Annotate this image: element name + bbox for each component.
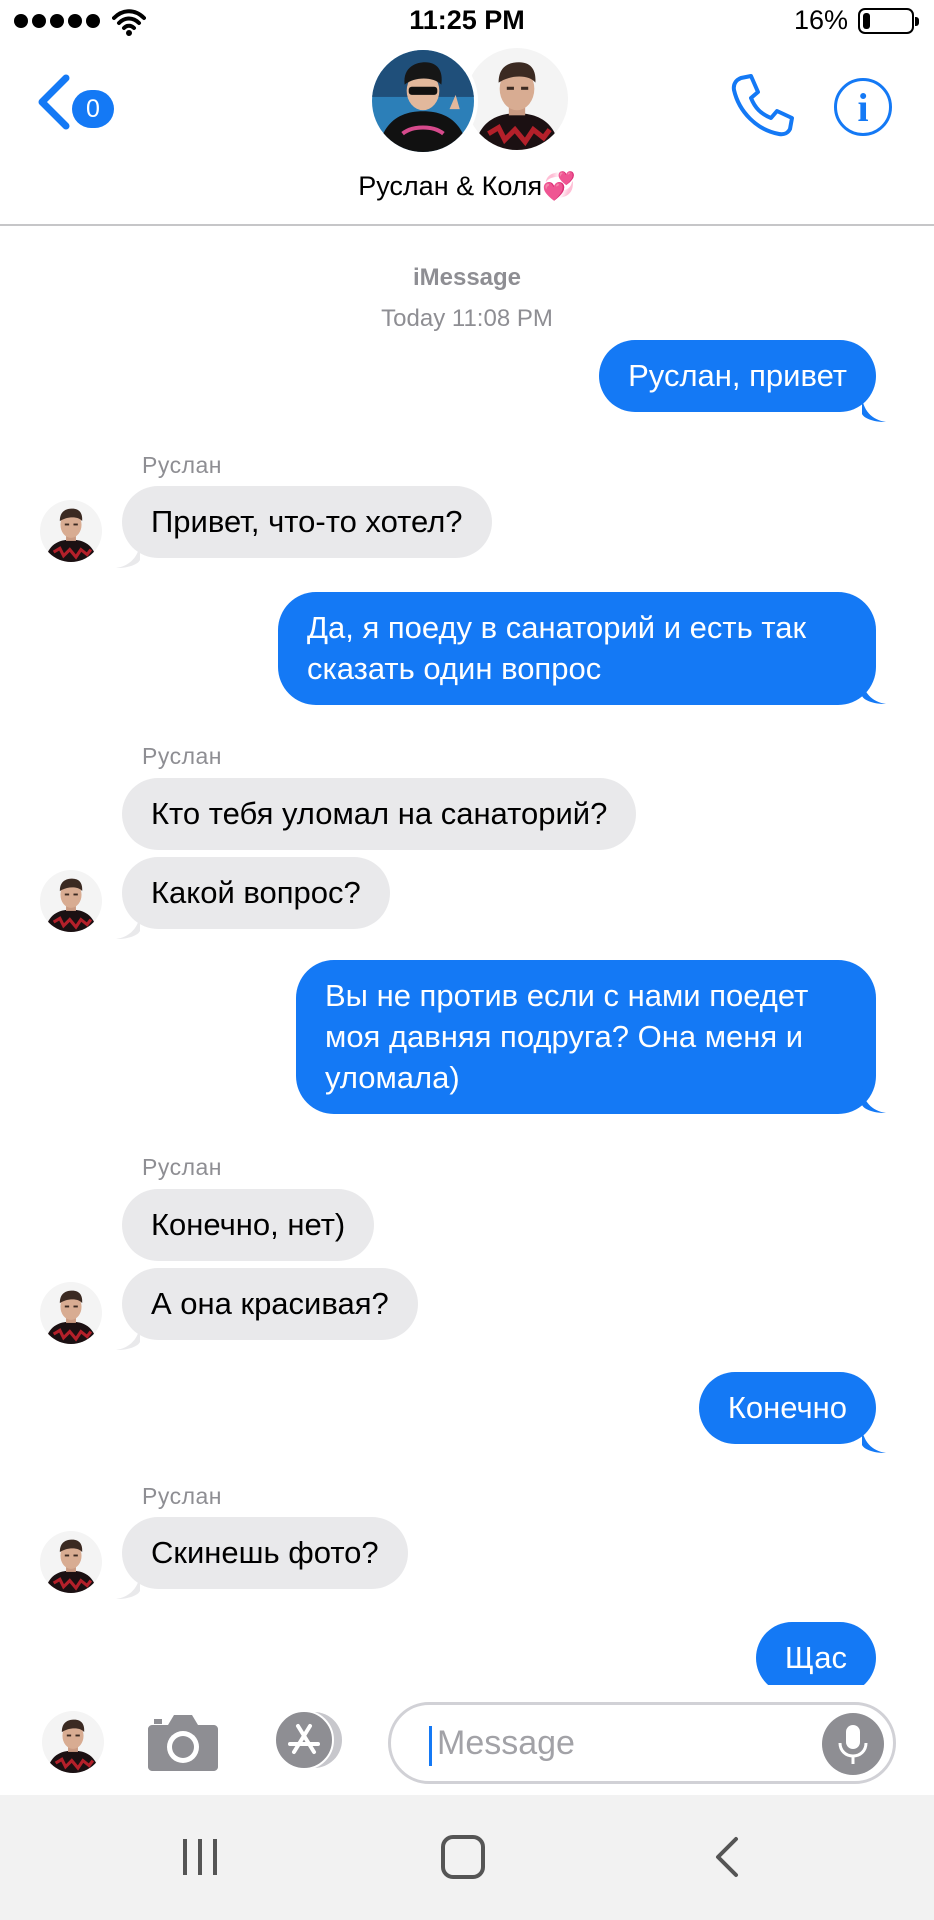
- message-incoming[interactable]: Привет, что-то хотел?: [122, 486, 492, 558]
- app-store-button[interactable]: [266, 1709, 352, 1771]
- avatar-ruslan: [462, 44, 572, 154]
- sender-name: Руслан: [142, 743, 222, 769]
- system-navigation-bar: [0, 1795, 934, 1920]
- group-avatars[interactable]: [368, 44, 572, 164]
- message-incoming[interactable]: А она красивая?: [122, 1268, 418, 1340]
- info-icon: i: [857, 84, 869, 130]
- recent-apps-icon[interactable]: [181, 1837, 221, 1877]
- message-outgoing[interactable]: Руслан, привет: [599, 340, 876, 412]
- microphone-button[interactable]: [822, 1713, 884, 1775]
- sender-name: Руслан: [142, 1483, 222, 1509]
- avatar-ruslan[interactable]: [40, 1531, 102, 1593]
- message-outgoing[interactable]: Щас: [755, 1622, 876, 1685]
- call-button[interactable]: [727, 70, 797, 140]
- avatar-ruslan[interactable]: [42, 1711, 104, 1773]
- system-back-icon[interactable]: [706, 1835, 746, 1879]
- info-button[interactable]: i: [834, 78, 892, 136]
- contact-name[interactable]: Руслан & Коля💞: [0, 170, 934, 202]
- message-incoming[interactable]: Конечно, нет): [122, 1189, 375, 1261]
- avatar-ruslan[interactable]: [40, 500, 102, 562]
- home-icon[interactable]: [441, 1835, 485, 1879]
- battery-percent: 16%: [793, 5, 848, 35]
- app-store-icon: [274, 1710, 342, 1770]
- message-outgoing[interactable]: Да, я поеду в санаторий и есть так сказа…: [278, 592, 876, 705]
- service-label: iMessage: [412, 264, 522, 291]
- status-bar: 11:25 PM 16%: [0, 0, 934, 44]
- message-incoming[interactable]: Кто тебя уломал на санаторий?: [122, 778, 637, 850]
- avatar-kolya: [368, 46, 478, 156]
- text-caret: [429, 1726, 432, 1766]
- back-button[interactable]: 0: [36, 74, 126, 134]
- bubble-tail: [862, 676, 886, 704]
- bubble-tail: [862, 394, 886, 422]
- unread-badge: 0: [72, 90, 114, 128]
- message-placeholder: Message: [437, 1724, 575, 1762]
- avatar-ruslan[interactable]: [40, 1282, 102, 1344]
- sender-name: Руслан: [142, 452, 222, 478]
- bubble-tail: [116, 540, 140, 568]
- bubble-tail: [116, 1322, 140, 1350]
- message-outgoing[interactable]: Конечно: [698, 1372, 876, 1444]
- chevron-left-icon: [38, 74, 70, 130]
- battery-level: [863, 13, 870, 29]
- bubble-tail: [116, 1571, 140, 1599]
- message-list[interactable]: iMessage Today 11:08 PM Руслан, привет Р…: [0, 228, 934, 1685]
- message-incoming[interactable]: Какой вопрос?: [122, 857, 390, 929]
- avatar-ruslan[interactable]: [40, 870, 102, 932]
- camera-icon: [148, 1715, 218, 1771]
- phone-icon: [731, 74, 794, 137]
- camera-button[interactable]: [146, 1709, 220, 1773]
- message-outgoing[interactable]: Вы не против если с нами поедет моя давн…: [296, 960, 876, 1114]
- message-input[interactable]: Message: [388, 1702, 896, 1784]
- conversation-header: 0 Руслан & Коля💞 i: [0, 44, 934, 226]
- conversation-timestamp: Today 11:08 PM: [381, 305, 553, 332]
- compose-bar: Message: [0, 1685, 934, 1795]
- bubble-tail: [862, 1425, 886, 1453]
- microphone-icon: [838, 1725, 868, 1764]
- battery-icon: [858, 8, 919, 34]
- bubble-tail: [862, 1085, 886, 1113]
- message-incoming[interactable]: Скинешь фото?: [122, 1517, 408, 1589]
- bubble-tail: [116, 911, 140, 939]
- sender-name: Руслан: [142, 1154, 222, 1180]
